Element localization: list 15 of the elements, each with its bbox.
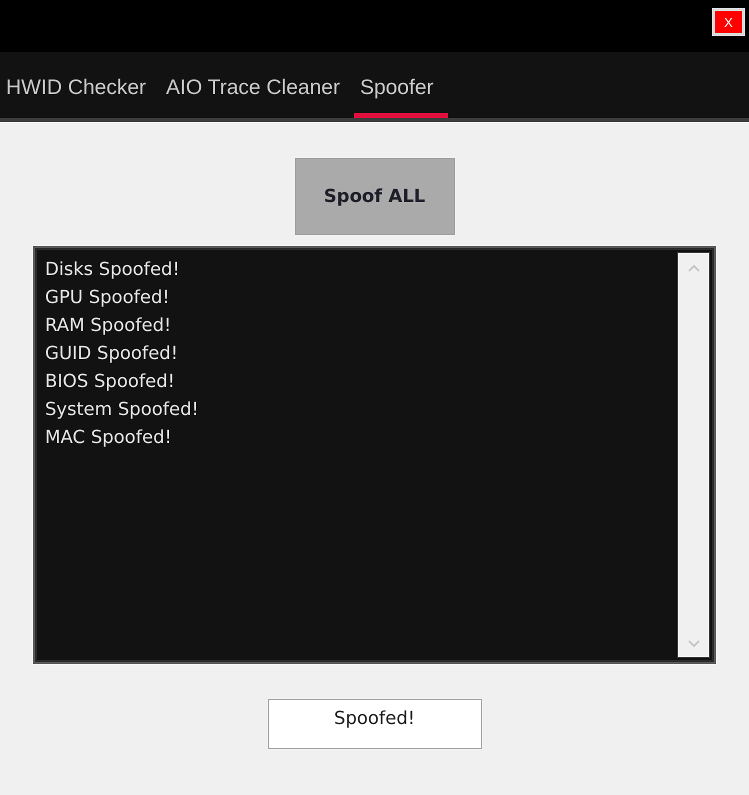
log-line: GUID Spoofed! <box>45 342 179 366</box>
scrollbar[interactable] <box>677 252 710 658</box>
spoof-all-button[interactable]: Spoof ALL <box>294 158 454 235</box>
scroll-down-icon[interactable] <box>688 640 700 647</box>
log-line: MAC Spoofed! <box>45 426 173 450</box>
status-field: Spoofed! <box>268 699 482 749</box>
tab[interactable]: HWID Checker <box>0 52 160 118</box>
close-button[interactable]: X <box>712 8 745 36</box>
log-line: System Spoofed! <box>45 398 200 422</box>
log-line: GPU Spoofed! <box>45 286 171 310</box>
log-line: Disks Spoofed! <box>45 258 181 282</box>
log-line: BIOS Spoofed! <box>45 370 176 394</box>
tab[interactable]: AIO Trace Cleaner <box>160 52 354 118</box>
scroll-up-icon[interactable] <box>688 265 700 272</box>
log-line: RAM Spoofed! <box>45 314 172 338</box>
